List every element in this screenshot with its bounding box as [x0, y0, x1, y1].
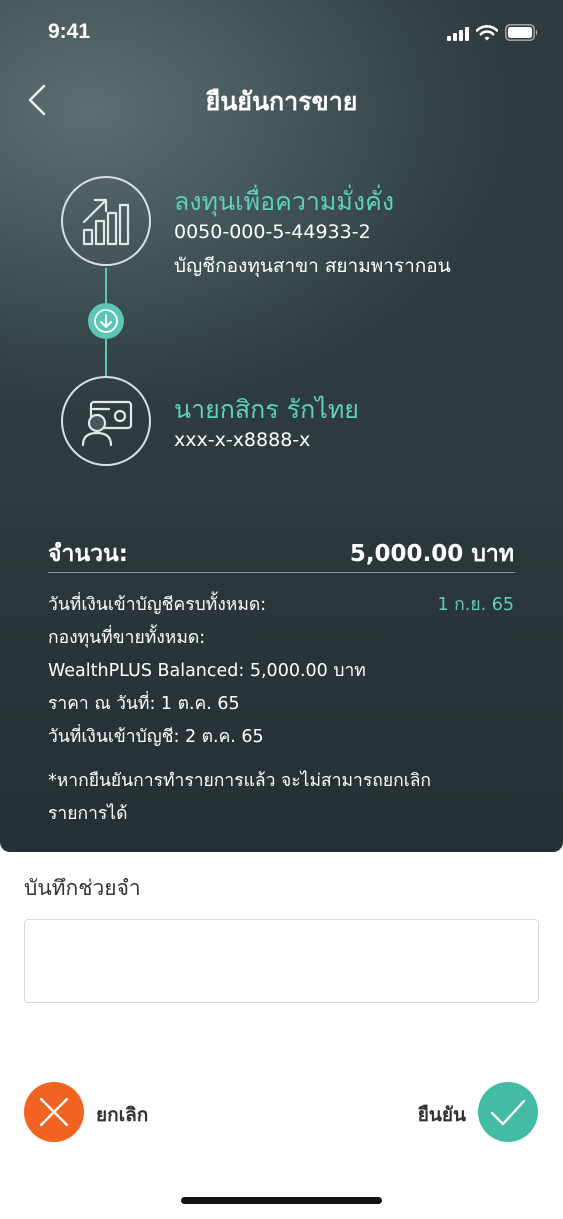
user-card-icon — [61, 376, 151, 466]
check-icon — [490, 1099, 526, 1126]
status-time: 9:41 — [48, 20, 91, 43]
settlement-date-value: 1 ก.ย. 65 — [437, 595, 514, 615]
flow-connector-top — [105, 268, 107, 303]
source-account-number: 0050-000-5-44933-2 — [174, 221, 371, 243]
source-account-branch: บัญชีกองทุนสาขา สยามพารากอน — [174, 255, 451, 277]
divider — [48, 572, 515, 573]
home-indicator[interactable] — [181, 1197, 382, 1204]
cancellation-note-cont: รายการได้ — [48, 804, 128, 824]
cancellation-note: *หากยืนยันการทำรายการแล้ว จะไม่สามารถยกเ… — [48, 771, 432, 791]
cancel-label[interactable]: ยกเลิก — [96, 1100, 148, 1130]
amount-label: จำนวน: — [48, 541, 128, 567]
price-date: ราคา ณ วันที่: 1 ต.ค. 65 — [48, 694, 240, 714]
page-title: ยืนยันการขาย — [205, 87, 358, 116]
fund-sold-line: WealthPLUS Balanced: 5,000.00 บาท — [48, 661, 366, 681]
memo-label: บันทึกช่วยจำ — [24, 876, 141, 900]
settlement-date-label: วันที่เงินเข้าบัญชีครบทั้งหมด: — [48, 595, 267, 615]
funds-sold-label: กองทุนที่ขายทั้งหมด: — [48, 628, 206, 648]
flow-connector-bottom — [105, 339, 107, 376]
close-icon — [39, 1097, 69, 1127]
deposit-date: วันที่เงินเข้าบัญชี: 2 ต.ค. 65 — [48, 727, 264, 747]
destination-account-number: xxx-x-x8888-x — [174, 429, 311, 451]
confirm-label[interactable]: ยืนยัน — [418, 1100, 466, 1130]
status-icons — [447, 24, 539, 41]
memo-input[interactable] — [24, 919, 539, 1003]
source-account-name: ลงทุนเพื่อความมั่งคั่ง — [174, 187, 395, 216]
cellular-signal-icon — [447, 25, 469, 41]
wifi-icon — [476, 24, 498, 40]
destination-account-name: นายกสิกร รักไทย — [174, 395, 359, 424]
battery-icon — [505, 24, 538, 41]
amount-value: 5,000.00 บาท — [349, 541, 514, 567]
arrow-down-icon — [88, 303, 124, 339]
cancel-button[interactable] — [24, 1082, 84, 1142]
growth-chart-icon — [61, 176, 151, 266]
confirm-button[interactable] — [478, 1082, 538, 1142]
